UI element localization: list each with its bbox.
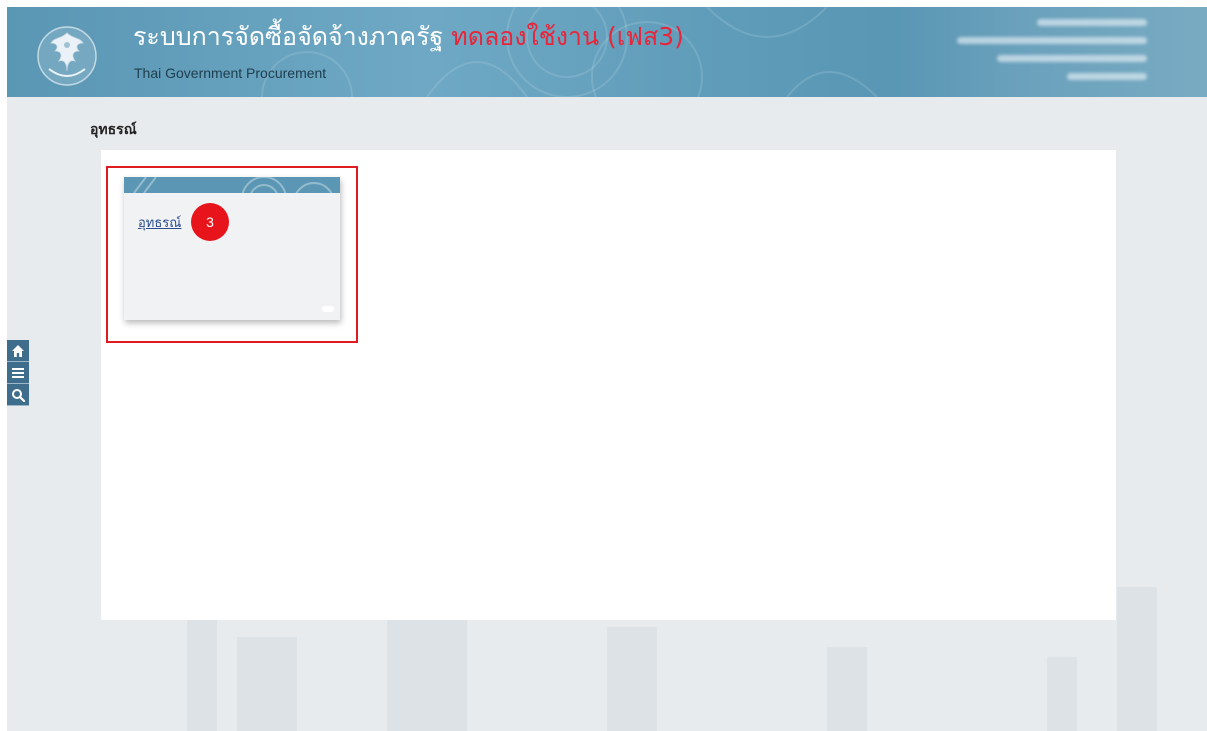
menu-button[interactable] <box>7 362 29 384</box>
app-window: ระบบการจัดซื้อจัดจ้างภาครัฐ ทดลองใช้งาน … <box>7 7 1207 731</box>
card-corner-mark <box>322 306 334 312</box>
site-subtitle: Thai Government Procurement <box>134 65 327 81</box>
menu-card-appeal[interactable]: อุทธรณ์ 3 <box>124 177 340 320</box>
site-header: ระบบการจัดซื้อจัดจ้างภาครัฐ ทดลองใช้งาน … <box>7 7 1207 97</box>
page-title: อุทธรณ์ <box>90 122 137 138</box>
trial-label: ทดลองใช้งาน (เฟส3) <box>451 22 684 51</box>
site-title: ระบบการจัดซื้อจัดจ้างภาครัฐ ทดลองใช้งาน … <box>133 17 684 57</box>
step-number-badge: 3 <box>191 203 229 241</box>
side-toolbar <box>7 340 29 406</box>
menu-icon <box>12 367 24 378</box>
card-banner-pattern <box>124 177 340 193</box>
site-title-main: ระบบการจัดซื้อจัดจ้างภาครัฐ <box>133 22 444 51</box>
garuda-emblem-icon <box>37 26 97 86</box>
home-button[interactable] <box>7 340 29 362</box>
search-button[interactable] <box>7 384 29 406</box>
appeal-link[interactable]: อุทธรณ์ <box>138 212 181 233</box>
home-icon <box>12 344 24 357</box>
header-right-decoration <box>887 7 1207 97</box>
search-icon <box>12 388 25 402</box>
